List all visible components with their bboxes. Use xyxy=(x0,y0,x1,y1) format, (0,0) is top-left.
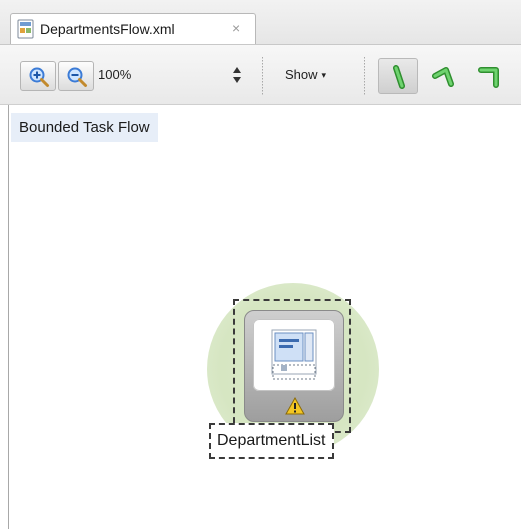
zoom-level-field[interactable]: 100% xyxy=(98,67,131,82)
chevron-down-icon: ▾ xyxy=(321,70,327,80)
straight-route-button[interactable] xyxy=(378,58,418,94)
editor-tab-strip: DepartmentsFlow.xml × xyxy=(0,0,521,45)
toolbar-separator xyxy=(364,57,365,95)
orthogonal-route-button[interactable] xyxy=(470,58,510,94)
flow-type-label: Bounded Task Flow xyxy=(11,113,158,142)
activity-icon-frame xyxy=(253,319,335,391)
diagram-toolbar: 100% Show ▾ xyxy=(0,45,521,105)
curved-route-button[interactable] xyxy=(424,58,464,94)
zoom-out-button[interactable] xyxy=(58,61,94,91)
show-menu-button[interactable]: Show ▾ xyxy=(285,67,326,82)
task-flow-editor-window: DepartmentsFlow.xml × 100% Show ▾ Bounde… xyxy=(0,0,521,529)
tab-title: DepartmentsFlow.xml xyxy=(40,21,175,37)
warning-icon[interactable] xyxy=(285,396,305,420)
xml-file-icon xyxy=(17,19,35,39)
zoom-spinner-icon[interactable] xyxy=(232,65,242,85)
activity-name-label[interactable]: DepartmentList xyxy=(209,423,334,459)
tab-departments-flow[interactable]: DepartmentsFlow.xml × xyxy=(10,13,256,44)
view-activity-node[interactable] xyxy=(244,310,344,422)
tab-close-icon[interactable]: × xyxy=(232,20,240,36)
zoom-in-button[interactable] xyxy=(20,61,56,91)
toolbar-separator xyxy=(262,57,263,95)
show-menu-label: Show xyxy=(285,67,318,82)
